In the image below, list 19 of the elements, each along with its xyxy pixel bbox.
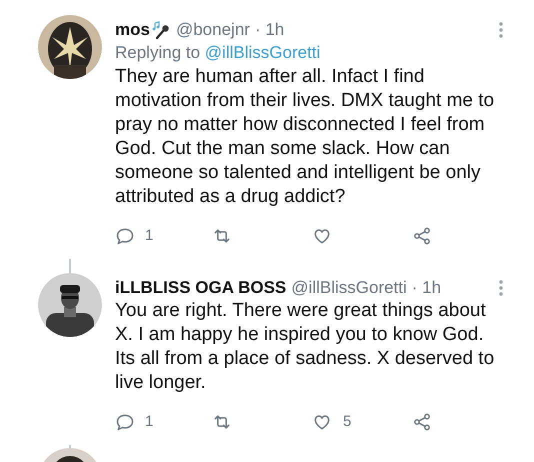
timestamp: · 1h [254,19,284,41]
comment-icon[interactable] [115,226,135,246]
more-icon[interactable] [498,21,504,39]
tweet-text: You are right. There were great things about X. I am happy he inspired you to know God. Its all from a place of sadness. X deserved to live longer. [115,299,495,395]
more-icon[interactable] [498,279,504,297]
tweet-text: They are human after all. Infact I find motivation from their lives. DMX taught me to pray no matter how disconnected I feel from God. Cut the man some slack. How can someone so talented and intelligent be only attributed as a drug addict? [115,65,495,209]
author-name[interactable]: iLLBLISS OGA BOSS [115,277,286,299]
share-icon[interactable] [411,412,433,432]
mention-link[interactable]: @illBlissGoretti [204,43,320,62]
like-count: 5 [343,412,352,432]
author-handle[interactable]: @illBlissGoretti [291,277,407,299]
author-name[interactable]: mos [115,19,150,41]
reply-count: 1 [145,412,154,432]
replying-label: Replying to [115,43,200,62]
reply-count: 1 [145,226,154,246]
timestamp: · 1h [412,277,442,299]
comment-icon[interactable] [115,412,135,432]
author-handle[interactable]: @bonejnr [176,19,250,41]
share-icon[interactable] [411,226,433,246]
